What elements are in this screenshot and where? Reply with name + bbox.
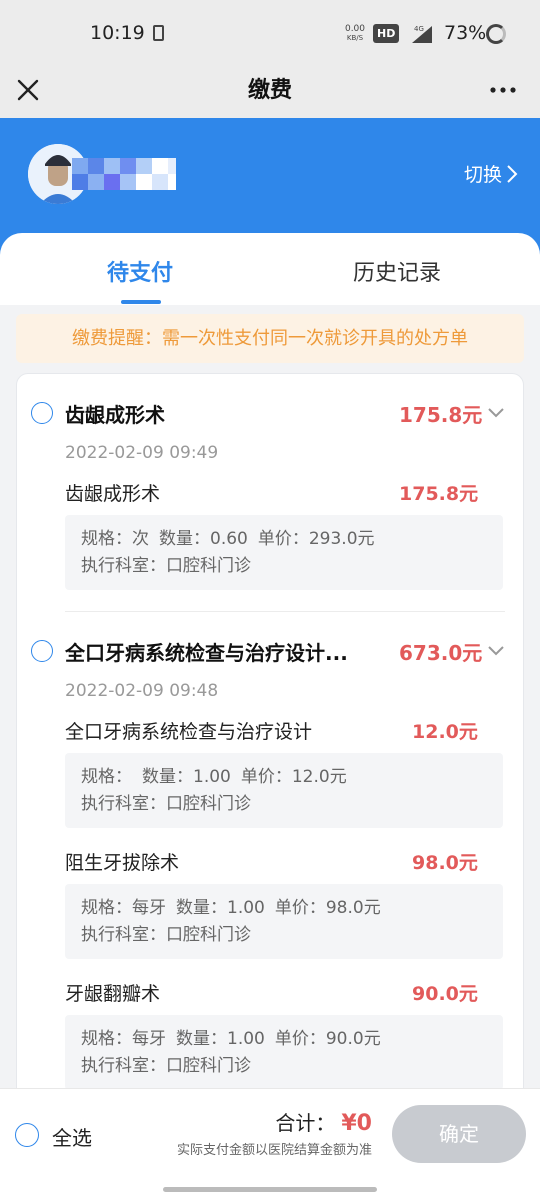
item-amount: 90.0元 (412, 983, 478, 1005)
item-spec: 规格： (81, 767, 132, 787)
hd-badge: HD (373, 24, 400, 43)
net-speed: 0.00 KB/S (342, 25, 368, 43)
net-speed-value: 0.00 (344, 24, 366, 34)
more-icon[interactable] (488, 78, 518, 102)
group-amount: 175.8元 (399, 403, 483, 427)
total-amount: ¥0 (341, 1111, 372, 1136)
group-amount: 673.0元 (399, 641, 483, 665)
item-price: 单价：293.0元 (257, 529, 375, 549)
nav-bar: 缴费 (0, 66, 540, 118)
item-spec: 规格：次 (81, 529, 149, 549)
item-qty: 数量：0.60 (159, 529, 248, 549)
item-name: 牙龈翻瓣术 (65, 983, 161, 1005)
bill-card: 齿龈成形术 175.8元 2022-02-09 09:49 齿龈成形术 175.… (16, 373, 524, 1133)
group-radio[interactable] (31, 402, 53, 424)
payment-notice: 缴费提醒：需一次性支付同一次就诊开具的处方单 (16, 314, 524, 363)
chevron-down-icon[interactable] (487, 407, 505, 419)
item-qty: 数量：1.00 (142, 767, 231, 787)
item-name: 阻生牙拔除术 (65, 852, 180, 874)
page-title: 缴费 (247, 78, 292, 103)
item-name: 全口牙病系统检查与治疗设计 (65, 721, 313, 743)
item-amount: 98.0元 (412, 852, 478, 874)
checkout-bar: 全选 合计： ¥0 实际支付金额以医院结算金额为准 确定 (0, 1088, 540, 1200)
battery-level: 73% (444, 22, 487, 44)
item-spec: 规格：每牙 (81, 1029, 166, 1049)
status-time: 10:19 (90, 22, 145, 44)
chevron-right-icon (507, 164, 518, 183)
item-detail: 规格：每牙 数量：1.00 单价：90.0元 执行科室：口腔科门诊 (65, 1015, 503, 1090)
active-tab-indicator (121, 300, 161, 304)
network-type: 4G (414, 25, 424, 33)
item-name: 齿龈成形术 (65, 483, 161, 505)
tab-bar: 待支付 历史记录 (0, 233, 540, 305)
item-detail: 规格：每牙 数量：1.00 单价：98.0元 执行科室：口腔科门诊 (65, 884, 503, 959)
total-label: 合计： (275, 1111, 336, 1135)
item-dept: 执行科室：口腔科门诊 (81, 556, 251, 576)
item-dept: 执行科室：口腔科门诊 (81, 1056, 251, 1076)
confirm-button[interactable]: 确定 (392, 1105, 526, 1163)
battery-icon (486, 24, 506, 44)
item-amount: 175.8元 (399, 483, 479, 505)
signal-icon: 4G (412, 25, 432, 43)
chevron-down-icon[interactable] (487, 645, 505, 657)
item-spec: 规格：每牙 (81, 898, 166, 918)
item-price: 单价：98.0元 (274, 898, 381, 918)
item-price: 单价：90.0元 (274, 1029, 381, 1049)
item-detail: 规格： 数量：1.00 单价：12.0元 执行科室：口腔科门诊 (65, 753, 503, 828)
group-date: 2022-02-09 09:49 (65, 443, 219, 463)
group-radio[interactable] (31, 640, 53, 662)
group-date: 2022-02-09 09:48 (65, 681, 219, 701)
item-qty: 数量：1.00 (176, 1029, 265, 1049)
item-detail: 规格：次 数量：0.60 单价：293.0元 执行科室：口腔科门诊 (65, 515, 503, 590)
item-qty: 数量：1.00 (176, 898, 265, 918)
notification-icon (153, 25, 164, 41)
patient-name-blurred (72, 158, 176, 192)
total-line: 合计： ¥0 (275, 1107, 372, 1136)
tab-pending[interactable]: 待支付 (107, 255, 173, 287)
group-title: 齿龈成形术 (65, 403, 165, 427)
switch-patient-button[interactable]: 切换 (464, 160, 518, 187)
item-price: 单价：12.0元 (240, 767, 347, 787)
status-bar: 10:19 0.00 KB/S HD 4G 73% (0, 0, 540, 66)
total-note: 实际支付金额以医院结算金额为准 (176, 1143, 372, 1158)
item-dept: 执行科室：口腔科门诊 (81, 925, 251, 945)
net-speed-unit: KB/S (346, 34, 364, 42)
switch-label: 切换 (463, 164, 502, 186)
select-all-radio[interactable] (15, 1123, 39, 1147)
home-indicator (163, 1187, 377, 1192)
tab-history[interactable]: 历史记录 (353, 255, 441, 287)
item-dept: 执行科室：口腔科门诊 (81, 794, 251, 814)
item-amount: 12.0元 (412, 721, 478, 743)
select-all-label[interactable]: 全选 (52, 1122, 92, 1151)
group-divider (65, 611, 505, 612)
group-title: 全口牙病系统检查与治疗设计... (65, 641, 348, 665)
